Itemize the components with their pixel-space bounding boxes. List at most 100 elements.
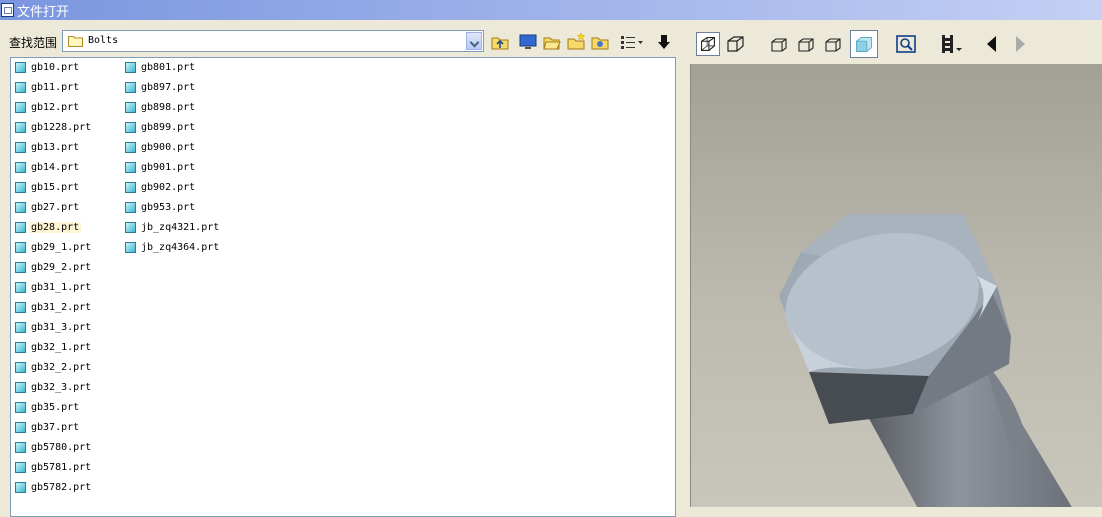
part-file-icon [15, 62, 26, 73]
file-name: gb27.prt [31, 202, 80, 213]
file-name: gb11.prt [31, 82, 80, 93]
file-item[interactable]: gb900.prt [125, 142, 197, 160]
file-item[interactable]: gb31_2.prt [15, 302, 93, 320]
desktop-icon[interactable] [518, 32, 538, 52]
import-icon[interactable] [654, 32, 674, 52]
file-name: gb5780.prt [31, 442, 92, 453]
wireframe-icon[interactable] [696, 32, 720, 56]
open-folder-icon[interactable] [542, 32, 562, 52]
file-item[interactable]: gb35.prt [15, 402, 81, 420]
model-preview[interactable] [690, 64, 1102, 507]
file-list[interactable]: gb10.prt gb11.prt gb12.prt gb1228.prt gb13.p… [10, 57, 676, 517]
part-file-icon [15, 342, 26, 353]
window-icon [1, 3, 14, 17]
file-name: gb35.prt [31, 402, 80, 413]
file-item[interactable]: gb29_1.prt [15, 242, 93, 260]
window-title: 文件打开 [17, 5, 70, 20]
file-item[interactable]: gb13.prt [15, 142, 81, 160]
file-item[interactable]: gb14.prt [15, 162, 81, 180]
film-strip-icon[interactable] [938, 32, 964, 56]
look-in-combobox[interactable]: Bolts [62, 30, 484, 52]
part-file-icon [15, 322, 26, 333]
file-name: gb897.prt [141, 82, 196, 93]
look-in-label: 查找范围 [9, 36, 58, 50]
file-name: gb10.prt [31, 62, 80, 73]
file-name: gb14.prt [31, 162, 80, 173]
part-file-icon [15, 82, 26, 93]
file-item[interactable]: gb5781.prt [15, 462, 93, 480]
hidden-line-icon[interactable] [724, 32, 748, 56]
folder-icon [68, 36, 83, 47]
file-name: gb900.prt [141, 142, 196, 153]
file-item[interactable]: gb801.prt [125, 62, 197, 80]
zoom-icon[interactable] [894, 32, 918, 56]
file-item[interactable]: jb_zq4321.prt [125, 222, 221, 240]
file-item[interactable]: gb28.prt [15, 222, 82, 240]
file-item[interactable]: gb32_1.prt [15, 342, 93, 360]
file-item[interactable]: gb5782.prt [15, 482, 93, 500]
file-item[interactable]: gb31_3.prt [15, 322, 93, 340]
file-name: gb31_2.prt [31, 302, 92, 313]
file-item[interactable]: gb899.prt [125, 122, 197, 140]
file-name: gb32_3.prt [31, 382, 92, 393]
file-item[interactable]: gb32_3.prt [15, 382, 93, 400]
file-name: gb13.prt [31, 142, 80, 153]
file-name: gb29_1.prt [31, 242, 92, 253]
view-right-icon[interactable] [822, 32, 846, 56]
file-item[interactable]: gb15.prt [15, 182, 81, 200]
part-file-icon [15, 442, 26, 453]
file-name: gb899.prt [141, 122, 196, 133]
file-item[interactable]: gb27.prt [15, 202, 81, 220]
bolt-model [779, 214, 1072, 507]
new-folder-icon[interactable] [566, 32, 586, 52]
file-item[interactable]: gb1228.prt [15, 122, 93, 140]
file-item[interactable]: jb_zq4364.prt [125, 242, 221, 260]
shaded-icon[interactable] [850, 30, 878, 58]
file-name: jb_zq4321.prt [141, 222, 220, 233]
file-item[interactable]: gb11.prt [15, 82, 81, 100]
part-file-icon [15, 102, 26, 113]
file-item[interactable]: gb10.prt [15, 62, 81, 80]
view-front-icon[interactable] [768, 32, 792, 56]
file-name: gb1228.prt [31, 122, 92, 133]
file-item[interactable]: gb902.prt [125, 182, 197, 200]
view-list-icon[interactable] [619, 32, 645, 52]
part-file-icon [125, 162, 136, 173]
file-name: gb32_1.prt [31, 342, 92, 353]
file-item[interactable]: gb897.prt [125, 82, 197, 100]
file-name: gb31_1.prt [31, 282, 92, 293]
file-item[interactable]: gb32_2.prt [15, 362, 93, 380]
part-file-icon [15, 302, 26, 313]
file-item[interactable]: gb37.prt [15, 422, 81, 440]
file-name: gb32_2.prt [31, 362, 92, 373]
file-name: gb898.prt [141, 102, 196, 113]
part-file-icon [15, 142, 26, 153]
file-item[interactable]: gb901.prt [125, 162, 197, 180]
view-top-icon[interactable] [795, 32, 819, 56]
file-name: gb37.prt [31, 422, 80, 433]
chevron-down-icon[interactable] [466, 32, 482, 50]
part-file-icon [15, 462, 26, 473]
part-file-icon [125, 242, 136, 253]
part-file-icon [125, 82, 136, 93]
file-item[interactable]: gb5780.prt [15, 442, 93, 460]
file-item[interactable]: gb29_2.prt [15, 262, 93, 280]
preview-toolbar [690, 26, 1102, 64]
favorites-folder-icon[interactable] [590, 32, 610, 52]
part-file-icon [125, 222, 136, 233]
file-item[interactable]: gb31_1.prt [15, 282, 93, 300]
part-file-icon [125, 122, 136, 133]
prev-icon[interactable] [980, 32, 1004, 56]
file-name: gb15.prt [31, 182, 80, 193]
look-in-value: Bolts [88, 35, 119, 46]
file-item[interactable]: gb12.prt [15, 102, 81, 120]
file-item[interactable]: gb953.prt [125, 202, 197, 220]
file-item[interactable]: gb898.prt [125, 102, 197, 120]
file-name: gb5782.prt [31, 482, 92, 493]
file-name: gb31_3.prt [31, 322, 92, 333]
next-icon[interactable] [1008, 32, 1032, 56]
file-name: gb953.prt [141, 202, 196, 213]
part-file-icon [15, 402, 26, 413]
up-folder-icon[interactable] [490, 32, 510, 52]
file-name: gb801.prt [141, 62, 196, 73]
